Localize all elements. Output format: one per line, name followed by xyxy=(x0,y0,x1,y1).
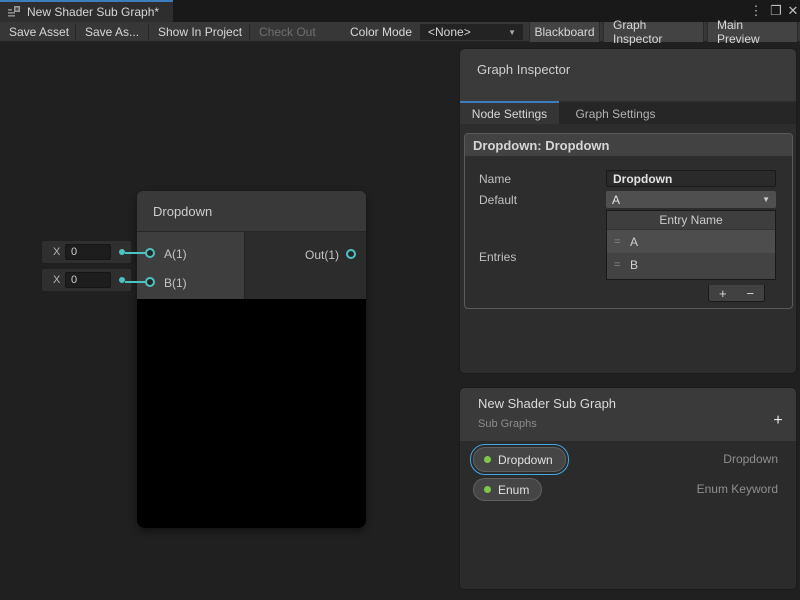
graph-inspector-title[interactable]: Graph Inspector xyxy=(460,49,796,101)
chevron-down-icon: ▼ xyxy=(508,28,516,37)
save-as-button[interactable]: Save As... xyxy=(76,22,148,42)
tab-graph-settings[interactable]: Graph Settings xyxy=(559,103,672,124)
name-label: Name xyxy=(479,172,511,186)
document-tab[interactable]: New Shader Sub Graph* xyxy=(0,0,173,22)
node-input-section xyxy=(137,232,245,299)
entries-list: Entry Name = A = B xyxy=(606,210,776,280)
entry-row-b[interactable]: = B xyxy=(607,253,775,276)
edge-wire-a xyxy=(125,252,147,254)
node-title[interactable]: Dropdown xyxy=(137,191,366,232)
color-mode-dropdown[interactable]: <None> ▼ xyxy=(420,24,523,40)
drag-handle-icon[interactable]: = xyxy=(614,236,630,248)
check-out-button: Check Out xyxy=(250,22,325,42)
add-property-button[interactable]: + xyxy=(770,413,786,429)
close-icon[interactable]: ✕ xyxy=(786,0,800,22)
node-body: A(1) B(1) Out(1) xyxy=(137,232,366,299)
graph-inspector-toggle-button[interactable]: Graph Inspector xyxy=(603,22,704,42)
keyword-dot-icon xyxy=(484,486,491,493)
output-port-label: Out(1) xyxy=(305,248,339,262)
entry-row-a[interactable]: = A xyxy=(607,230,775,253)
chevron-down-icon: ▼ xyxy=(762,195,770,204)
x-component-label: X xyxy=(53,246,65,258)
output-port-out[interactable] xyxy=(346,249,356,259)
tab-node-settings[interactable]: Node Settings xyxy=(460,103,559,124)
port-default-field-a: X xyxy=(42,241,131,263)
pill-label: Enum xyxy=(498,483,529,497)
toolbar: Save Asset Save As... Show In Project Ch… xyxy=(0,22,800,42)
show-in-project-button[interactable]: Show In Project xyxy=(149,22,251,42)
inspector-tabbar: Node Settings Graph Settings xyxy=(460,103,796,124)
entries-column-header: Entry Name xyxy=(607,211,775,230)
color-mode-value: <None> xyxy=(428,25,471,39)
node-settings-header: Dropdown: Dropdown xyxy=(465,134,792,156)
entries-label: Entries xyxy=(479,250,516,264)
subgraph-asset-icon xyxy=(7,5,21,19)
keyword-dot-icon xyxy=(484,456,491,463)
port-b-value-input[interactable] xyxy=(65,272,111,288)
item-type-label: Dropdown xyxy=(723,452,778,466)
blackboard-panel: New Shader Sub Graph Sub Graphs + Dropdo… xyxy=(459,387,797,590)
graph-inspector-panel: Graph Inspector Node Settings Graph Sett… xyxy=(459,48,797,374)
blackboard-title: New Shader Sub Graph xyxy=(478,396,616,411)
x-component-label: X xyxy=(53,274,65,286)
default-dropdown[interactable]: A ▼ xyxy=(606,191,776,208)
node-preview-area xyxy=(137,299,366,528)
remove-entry-button[interactable]: − xyxy=(746,286,754,301)
dropdown-node[interactable]: Dropdown A(1) B(1) Out(1) xyxy=(137,191,366,528)
entry-name: B xyxy=(630,258,638,272)
blackboard-header: New Shader Sub Graph Sub Graphs + xyxy=(460,388,796,441)
blackboard-item-enum[interactable]: Enum xyxy=(473,478,542,501)
input-port-b-label: B(1) xyxy=(164,276,187,290)
default-dropdown-value: A xyxy=(612,193,620,207)
port-default-field-b: X xyxy=(42,269,131,291)
blackboard-item-dropdown[interactable]: Dropdown xyxy=(473,447,566,472)
color-mode-label: Color Mode xyxy=(341,22,421,42)
save-asset-button[interactable]: Save Asset xyxy=(0,22,78,42)
blackboard-subtitle: Sub Graphs xyxy=(478,418,537,430)
pill-label: Dropdown xyxy=(498,453,553,467)
port-a-value-input[interactable] xyxy=(65,244,111,260)
edge-wire-b xyxy=(125,281,147,283)
document-title: New Shader Sub Graph* xyxy=(27,5,159,19)
unity-shader-graph-window: New Shader Sub Graph* ⋮ ❐ ✕ Save Asset S… xyxy=(0,0,800,600)
item-type-label: Enum Keyword xyxy=(697,482,778,496)
entry-name: A xyxy=(630,235,638,249)
drag-handle-icon[interactable]: = xyxy=(614,259,630,271)
main-preview-toggle-button[interactable]: Main Preview xyxy=(707,22,798,42)
add-entry-button[interactable]: + xyxy=(719,286,727,301)
default-label: Default xyxy=(479,193,517,207)
input-port-a-label: A(1) xyxy=(164,247,187,261)
name-input[interactable] xyxy=(606,170,776,187)
blackboard-toggle-button[interactable]: Blackboard xyxy=(529,22,600,42)
entries-list-footer: + − xyxy=(708,285,765,302)
